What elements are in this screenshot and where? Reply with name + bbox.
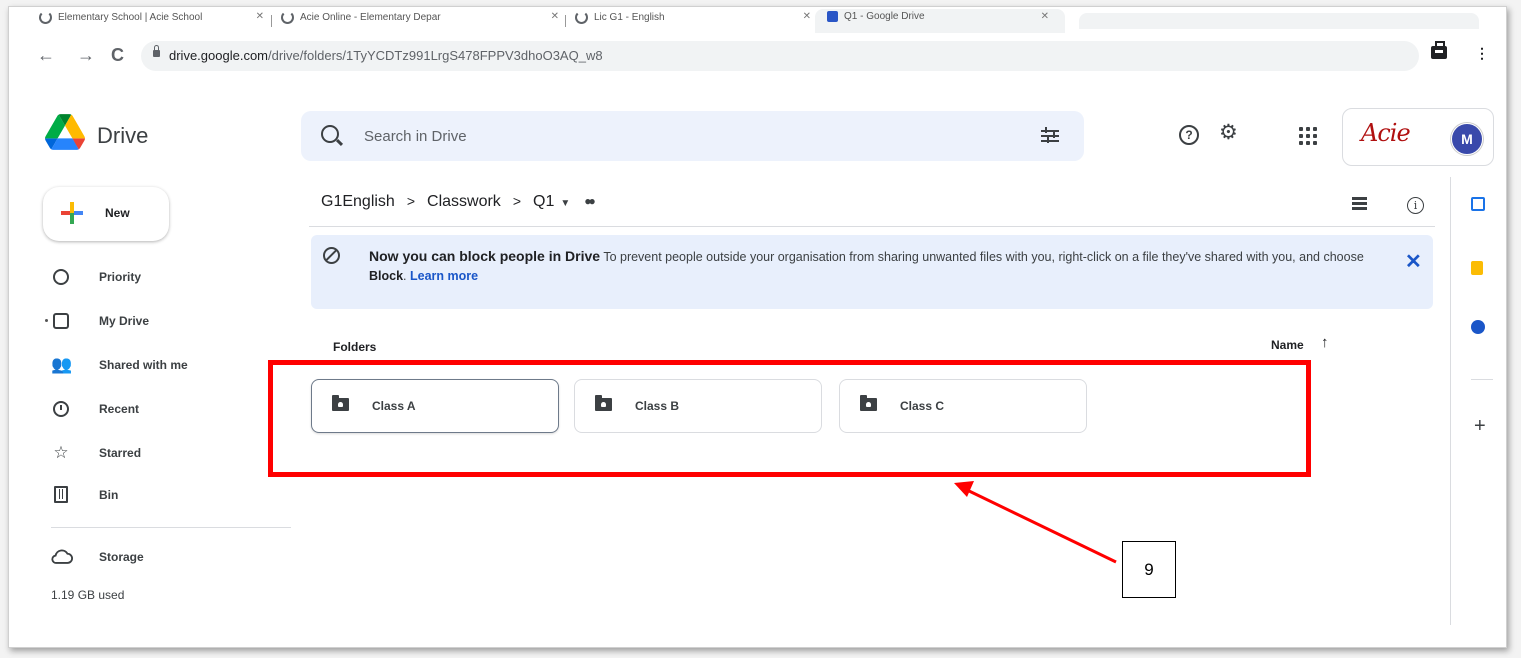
annotation-callout-number: 9 bbox=[1122, 541, 1176, 598]
annotation-arrow-icon bbox=[954, 481, 1117, 564]
screenshot-frame: Elementary School | Acie School ✕ Acie O… bbox=[8, 6, 1507, 648]
